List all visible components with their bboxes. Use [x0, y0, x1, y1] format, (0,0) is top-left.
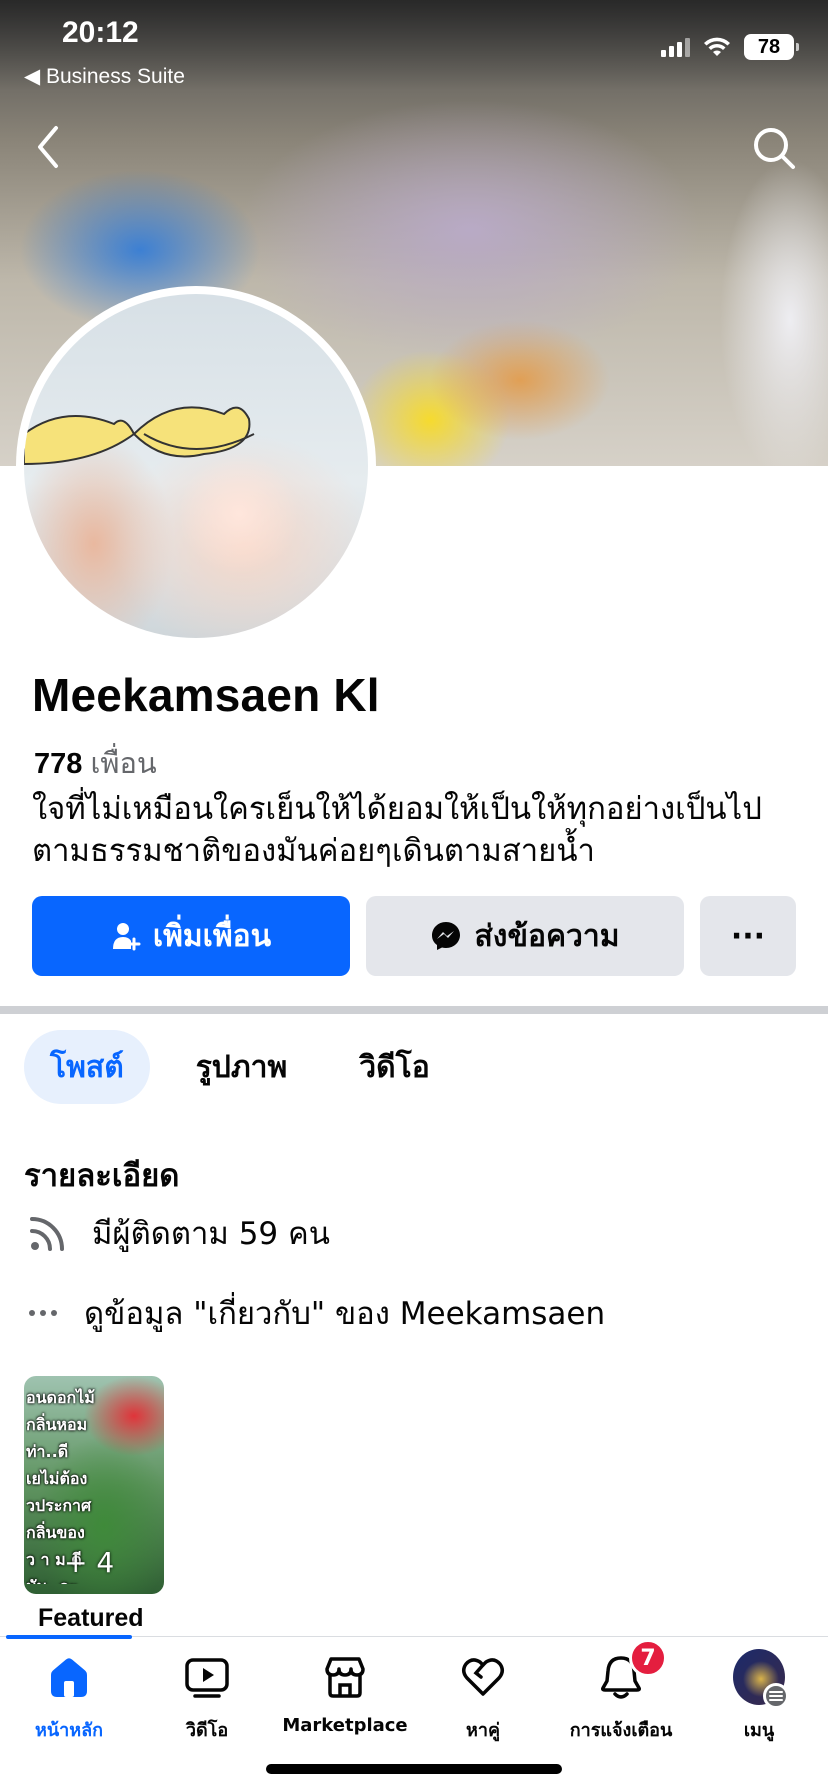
menu-avatar-image: [733, 1649, 789, 1709]
nav-video[interactable]: วิดีโอ: [138, 1651, 276, 1744]
bottom-tab-bar: หน้าหลัก วิดีโอ Marketplace หาคู่ 7 การแ…: [0, 1635, 828, 1792]
status-time: 20:12: [62, 16, 139, 49]
add-friend-icon: [112, 923, 141, 951]
add-friend-label: เพิ่มเพื่อน: [152, 918, 272, 954]
friends-label: เพื่อน: [90, 748, 157, 780]
marketplace-icon: [319, 1651, 371, 1703]
menu-lines-icon: [763, 1683, 789, 1709]
featured-more-count: + 4: [64, 1546, 115, 1579]
battery-indicator: 78: [744, 34, 799, 60]
nav-marketplace[interactable]: Marketplace: [276, 1651, 414, 1736]
status-indicators: 78: [661, 34, 799, 60]
more-dots-icon: [29, 1310, 57, 1316]
avatar: [24, 294, 368, 638]
back-to-app-link[interactable]: ◀ Business Suite: [24, 64, 185, 89]
about-text: ดูข้อมูล "เกี่ยวกับ" ของ Meekamsaen: [84, 1296, 606, 1332]
notification-badge: 7: [629, 1639, 667, 1677]
video-icon: [181, 1651, 233, 1703]
tab-videos[interactable]: วิดีโอ: [333, 1030, 455, 1104]
profile-picture[interactable]: [16, 286, 376, 646]
message-button[interactable]: ส่งข้อความ: [366, 896, 684, 976]
profile-bio: ใจที่ไม่เหมือนใครเย็นให้ได้ยอมให้เป็นให้…: [32, 791, 762, 869]
active-indicator: [6, 1635, 132, 1639]
nav-video-label: วิดีโอ: [185, 1720, 229, 1741]
nav-notifications[interactable]: 7 การแจ้งเตือน: [552, 1639, 690, 1744]
section-divider: [0, 1006, 828, 1014]
heart-icon: [457, 1651, 509, 1703]
nav-home[interactable]: หน้าหลัก: [0, 1651, 138, 1744]
messenger-icon: [432, 922, 461, 950]
tab-photos[interactable]: รูปภาพ: [170, 1030, 314, 1104]
followers-text: มีผู้ติดตาม 59 คน: [92, 1216, 330, 1252]
nav-dating-label: หาคู่: [465, 1720, 500, 1741]
tab-posts[interactable]: โพสต์: [24, 1030, 150, 1104]
profile-tabs: โพสต์ รูปภาพ วิดีโอ: [24, 1030, 456, 1104]
message-label: ส่งข้อความ: [474, 918, 620, 954]
featured-collection-thumbnail[interactable]: อนดอกไม้ กลิ่นหอม ท่า..ดี เยไม่ต้อง วประ…: [24, 1376, 164, 1594]
nav-home-label: หน้าหลัก: [34, 1720, 104, 1741]
nav-marketplace-label: Marketplace: [282, 1715, 408, 1736]
bell-icon: 7: [595, 1639, 667, 1703]
signal-icon: [661, 37, 690, 57]
about-row[interactable]: ดูข้อมูล "เกี่ยวกับ" ของ Meekamsaen: [26, 1288, 605, 1338]
home-indicator[interactable]: [266, 1764, 562, 1774]
headband-decoration: [24, 406, 255, 466]
chevron-left-icon[interactable]: [30, 122, 66, 172]
profile-name: Meekamsaen Kl: [32, 669, 380, 721]
more-options-button[interactable]: ···: [700, 896, 796, 976]
add-friend-button[interactable]: เพิ่มเพื่อน: [32, 896, 350, 976]
friends-count[interactable]: 778 เพื่อน: [34, 740, 157, 786]
menu-avatar: [733, 1649, 789, 1709]
home-icon: [43, 1651, 95, 1703]
nav-notifications-label: การแจ้งเตือน: [569, 1720, 673, 1741]
rss-icon: [30, 1217, 64, 1251]
nav-dating[interactable]: หาคู่: [414, 1651, 552, 1744]
wifi-icon: [704, 37, 730, 56]
nav-menu-label: เมนู: [743, 1720, 775, 1741]
friends-number: 778: [34, 748, 83, 780]
followers-row[interactable]: มีผู้ติดตาม 59 คน: [26, 1208, 330, 1258]
details-title: รายละเอียด: [24, 1158, 180, 1194]
nav-menu[interactable]: เมนู: [690, 1649, 828, 1744]
search-icon[interactable]: [750, 124, 798, 172]
featured-label[interactable]: Featured: [38, 1604, 144, 1633]
